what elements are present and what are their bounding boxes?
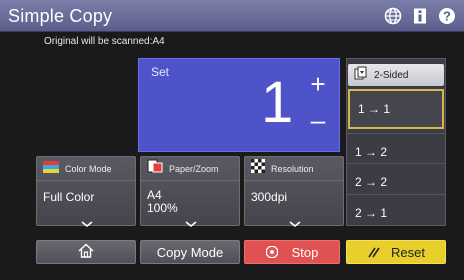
copy-mode-button[interactable]: Copy Mode xyxy=(140,240,240,264)
resolution-button[interactable]: Resolution 300dpi xyxy=(244,156,344,228)
color-mode-label: Color Mode xyxy=(65,163,112,174)
stop-icon xyxy=(265,246,278,258)
paper-zoom-button[interactable]: Paper/Zoom A4 100% xyxy=(140,156,240,228)
chevron-down-icon xyxy=(185,215,197,228)
color-mode-header: Color Mode xyxy=(37,157,135,181)
app-title: Simple Copy xyxy=(8,6,113,26)
stop-label: Stop xyxy=(291,244,319,260)
two-sided-label: 2-Sided xyxy=(374,69,409,81)
paper-zoom-icon xyxy=(147,159,163,178)
original-size-note: Original will be scanned:A4 xyxy=(44,36,165,47)
copy-count-value: 1 xyxy=(261,70,294,135)
title-bar: Simple Copy ? xyxy=(0,0,464,32)
set-label: Set xyxy=(151,65,170,79)
reset-icon xyxy=(367,246,381,258)
copy-screen: Simple Copy ? Original will be scanned:A… xyxy=(0,0,464,280)
two-sided-dropdown: 2-Sided 1 → 1 1 → 2 2 → 2 2 → 1 xyxy=(346,58,446,226)
increment-button[interactable]: + xyxy=(305,69,331,99)
sided-option-2-to-1[interactable]: 2 → 1 xyxy=(347,194,445,230)
paper-zoom-label: Paper/Zoom xyxy=(169,163,219,174)
paper-zoom-value: A4 100% xyxy=(147,189,178,215)
resolution-value: 300dpi xyxy=(251,190,288,204)
color-mode-button[interactable]: Color Mode Full Color xyxy=(36,156,136,228)
home-icon xyxy=(78,243,94,261)
reset-button[interactable]: Reset xyxy=(346,240,446,264)
home-button[interactable] xyxy=(36,240,136,264)
resolution-icon xyxy=(251,159,265,178)
stop-button[interactable]: Stop xyxy=(244,240,340,264)
resolution-header: Resolution xyxy=(245,157,343,181)
two-sided-header[interactable]: 2-Sided xyxy=(348,64,444,86)
sided-option-1-to-1[interactable]: 1 → 1 xyxy=(348,89,444,129)
chevron-down-icon xyxy=(289,215,301,228)
color-mode-value: Full Color xyxy=(43,190,95,204)
two-sided-icon xyxy=(354,66,368,85)
chevron-down-icon xyxy=(81,215,93,228)
copy-count-panel: Set 1 + – xyxy=(138,58,340,152)
decrement-button[interactable]: – xyxy=(305,105,331,135)
info-icon[interactable] xyxy=(410,6,430,26)
zoom-value: 100% xyxy=(147,201,178,215)
svg-text:?: ? xyxy=(443,9,451,24)
resolution-label: Resolution xyxy=(271,163,314,174)
globe-icon[interactable] xyxy=(383,6,403,26)
paper-zoom-header: Paper/Zoom xyxy=(141,157,239,181)
color-mode-icon xyxy=(43,160,59,178)
help-icon[interactable]: ? xyxy=(437,6,457,26)
reset-label: Reset xyxy=(391,244,425,260)
